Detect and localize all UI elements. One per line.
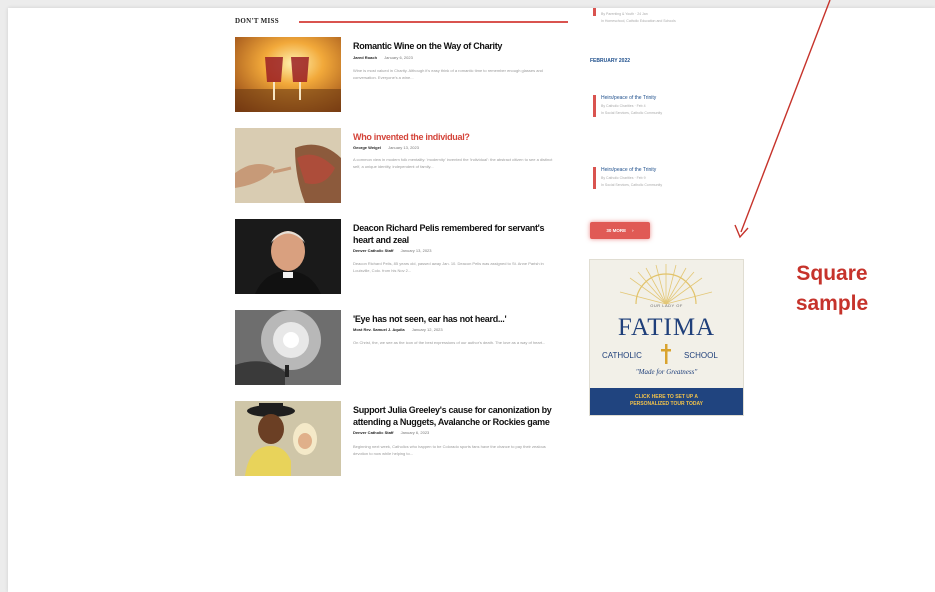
page: DON'T MISS Romantic Wine on the Way of C… bbox=[0, 0, 935, 592]
annotation-line-1: Square bbox=[796, 262, 868, 285]
annotation-callout: Square sample bbox=[772, 259, 892, 319]
annotation-line-2: sample bbox=[795, 292, 869, 315]
